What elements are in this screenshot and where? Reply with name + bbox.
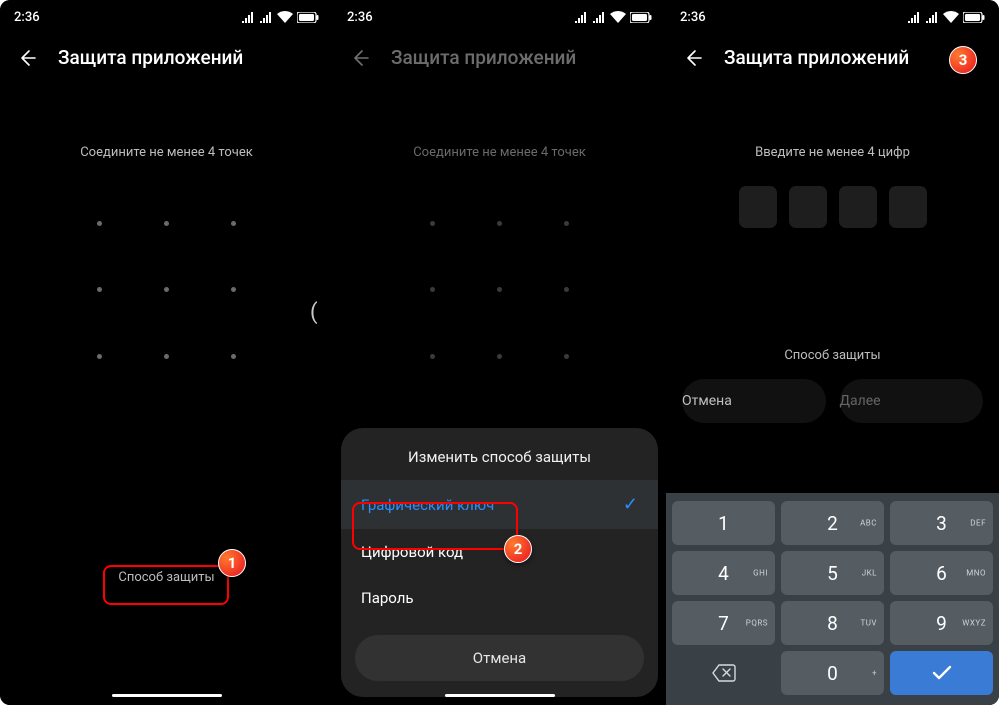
cancel-button[interactable]: Отмена bbox=[355, 635, 644, 681]
pattern-dot[interactable] bbox=[97, 354, 102, 359]
option-label: Цифровой код bbox=[361, 543, 463, 561]
pattern-dot[interactable] bbox=[97, 287, 102, 292]
pin-digit bbox=[739, 186, 777, 228]
key-1[interactable]: 1 bbox=[672, 501, 775, 545]
step-marker-1: 1 bbox=[218, 549, 246, 577]
signal-icon bbox=[925, 12, 939, 23]
arrow-left-icon bbox=[350, 48, 370, 68]
header: Защита приложений bbox=[333, 28, 666, 75]
backspace-icon bbox=[712, 664, 736, 682]
pin-input[interactable] bbox=[666, 186, 999, 228]
pin-digit bbox=[889, 186, 927, 228]
signal-icon bbox=[241, 12, 255, 23]
pattern-dot[interactable] bbox=[164, 221, 169, 226]
sheet-title: Изменить способ защиты bbox=[341, 446, 658, 480]
back-button[interactable] bbox=[682, 47, 704, 69]
pattern-dot bbox=[564, 287, 569, 292]
option-pattern[interactable]: Графический ключ ✓ bbox=[341, 480, 658, 529]
key-confirm[interactable] bbox=[890, 651, 993, 695]
back-button[interactable] bbox=[349, 47, 371, 69]
home-indicator[interactable] bbox=[112, 694, 222, 697]
signal-icon bbox=[592, 12, 606, 23]
home-indicator[interactable] bbox=[445, 694, 555, 697]
status-icons bbox=[574, 11, 652, 23]
option-label: Пароль bbox=[361, 589, 414, 607]
phone-panel-1: 2:36 Защита приложений Соедините не мене… bbox=[0, 0, 333, 705]
checkmark-icon bbox=[932, 665, 952, 681]
battery-icon bbox=[297, 12, 319, 23]
wifi-icon bbox=[610, 11, 626, 23]
method-sheet: Изменить способ защиты Графический ключ … bbox=[341, 428, 658, 697]
method-link[interactable]: Способ защиты bbox=[104, 562, 228, 593]
key-5[interactable]: 5JKL bbox=[781, 551, 884, 595]
phone-panel-2: 2:36 Защита приложений Соедините не мене… bbox=[333, 0, 666, 705]
pattern-grid[interactable] bbox=[67, 190, 267, 390]
option-password[interactable]: Пароль bbox=[341, 575, 658, 621]
status-icons bbox=[241, 11, 319, 23]
option-label: Графический ключ bbox=[361, 496, 494, 514]
header: Защита приложений bbox=[0, 28, 333, 75]
status-bar: 2:36 bbox=[666, 0, 999, 28]
pattern-dot[interactable] bbox=[164, 354, 169, 359]
pattern-instruction: Соедините не менее 4 точек bbox=[0, 145, 333, 160]
pattern-grid bbox=[400, 190, 600, 390]
pattern-dot[interactable] bbox=[231, 221, 236, 226]
phone-panel-3: 2:36 Защита приложений Введите не менее … bbox=[666, 0, 999, 705]
page-title: Защита приложений bbox=[391, 46, 576, 69]
pattern-dot bbox=[430, 287, 435, 292]
key-0[interactable]: 0+ bbox=[781, 651, 884, 695]
key-8[interactable]: 8TUV bbox=[781, 601, 884, 645]
decorative-paren: ( bbox=[310, 300, 318, 325]
pattern-dot[interactable] bbox=[231, 287, 236, 292]
option-pin[interactable]: Цифровой код bbox=[341, 529, 658, 575]
key-9[interactable]: 9WXYZ bbox=[890, 601, 993, 645]
pattern-dot bbox=[564, 221, 569, 226]
status-time: 2:36 bbox=[680, 10, 706, 25]
status-time: 2:36 bbox=[14, 10, 40, 25]
pattern-dot[interactable] bbox=[97, 221, 102, 226]
key-3[interactable]: 3DEF bbox=[890, 501, 993, 545]
status-bar: 2:36 bbox=[333, 0, 666, 28]
pin-digit bbox=[789, 186, 827, 228]
pattern-dot bbox=[430, 221, 435, 226]
wifi-icon bbox=[277, 11, 293, 23]
status-bar: 2:36 bbox=[0, 0, 333, 28]
method-link[interactable]: Способ защиты bbox=[666, 348, 999, 363]
pattern-dot bbox=[497, 354, 502, 359]
pattern-dot bbox=[564, 354, 569, 359]
signal-icon bbox=[259, 12, 273, 23]
step-marker-2: 2 bbox=[504, 535, 532, 563]
step-marker-3: 3 bbox=[949, 46, 977, 74]
key-4[interactable]: 4GHI bbox=[672, 551, 775, 595]
pattern-dot bbox=[497, 287, 502, 292]
page-title: Защита приложений bbox=[58, 46, 243, 69]
status-icons bbox=[907, 11, 985, 23]
pattern-dot[interactable] bbox=[231, 354, 236, 359]
arrow-left-icon bbox=[17, 48, 37, 68]
signal-icon bbox=[907, 12, 921, 23]
pin-instruction: Введите не менее 4 цифр bbox=[666, 145, 999, 160]
arrow-left-icon bbox=[683, 48, 703, 68]
numeric-keypad: 1 2ABC 3DEF 4GHI 5JKL 6MNO 7PQRS 8TUV 9W… bbox=[666, 493, 999, 705]
signal-icon bbox=[574, 12, 588, 23]
key-6[interactable]: 6MNO bbox=[890, 551, 993, 595]
pattern-instruction: Соедините не менее 4 точек bbox=[333, 145, 666, 160]
page-title: Защита приложений bbox=[724, 46, 909, 69]
cancel-button[interactable]: Отмена bbox=[682, 379, 826, 423]
back-button[interactable] bbox=[16, 47, 38, 69]
key-2[interactable]: 2ABC bbox=[781, 501, 884, 545]
key-7[interactable]: 7PQRS bbox=[672, 601, 775, 645]
next-button[interactable]: Далее bbox=[840, 379, 984, 423]
pin-digit bbox=[839, 186, 877, 228]
key-backspace[interactable] bbox=[672, 651, 775, 695]
header: Защита приложений bbox=[666, 28, 999, 75]
battery-icon bbox=[963, 12, 985, 23]
pattern-dot bbox=[497, 221, 502, 226]
battery-icon bbox=[630, 12, 652, 23]
status-time: 2:36 bbox=[347, 10, 373, 25]
checkmark-icon: ✓ bbox=[623, 494, 638, 515]
pattern-dot[interactable] bbox=[164, 287, 169, 292]
wifi-icon bbox=[943, 11, 959, 23]
pattern-dot bbox=[430, 354, 435, 359]
